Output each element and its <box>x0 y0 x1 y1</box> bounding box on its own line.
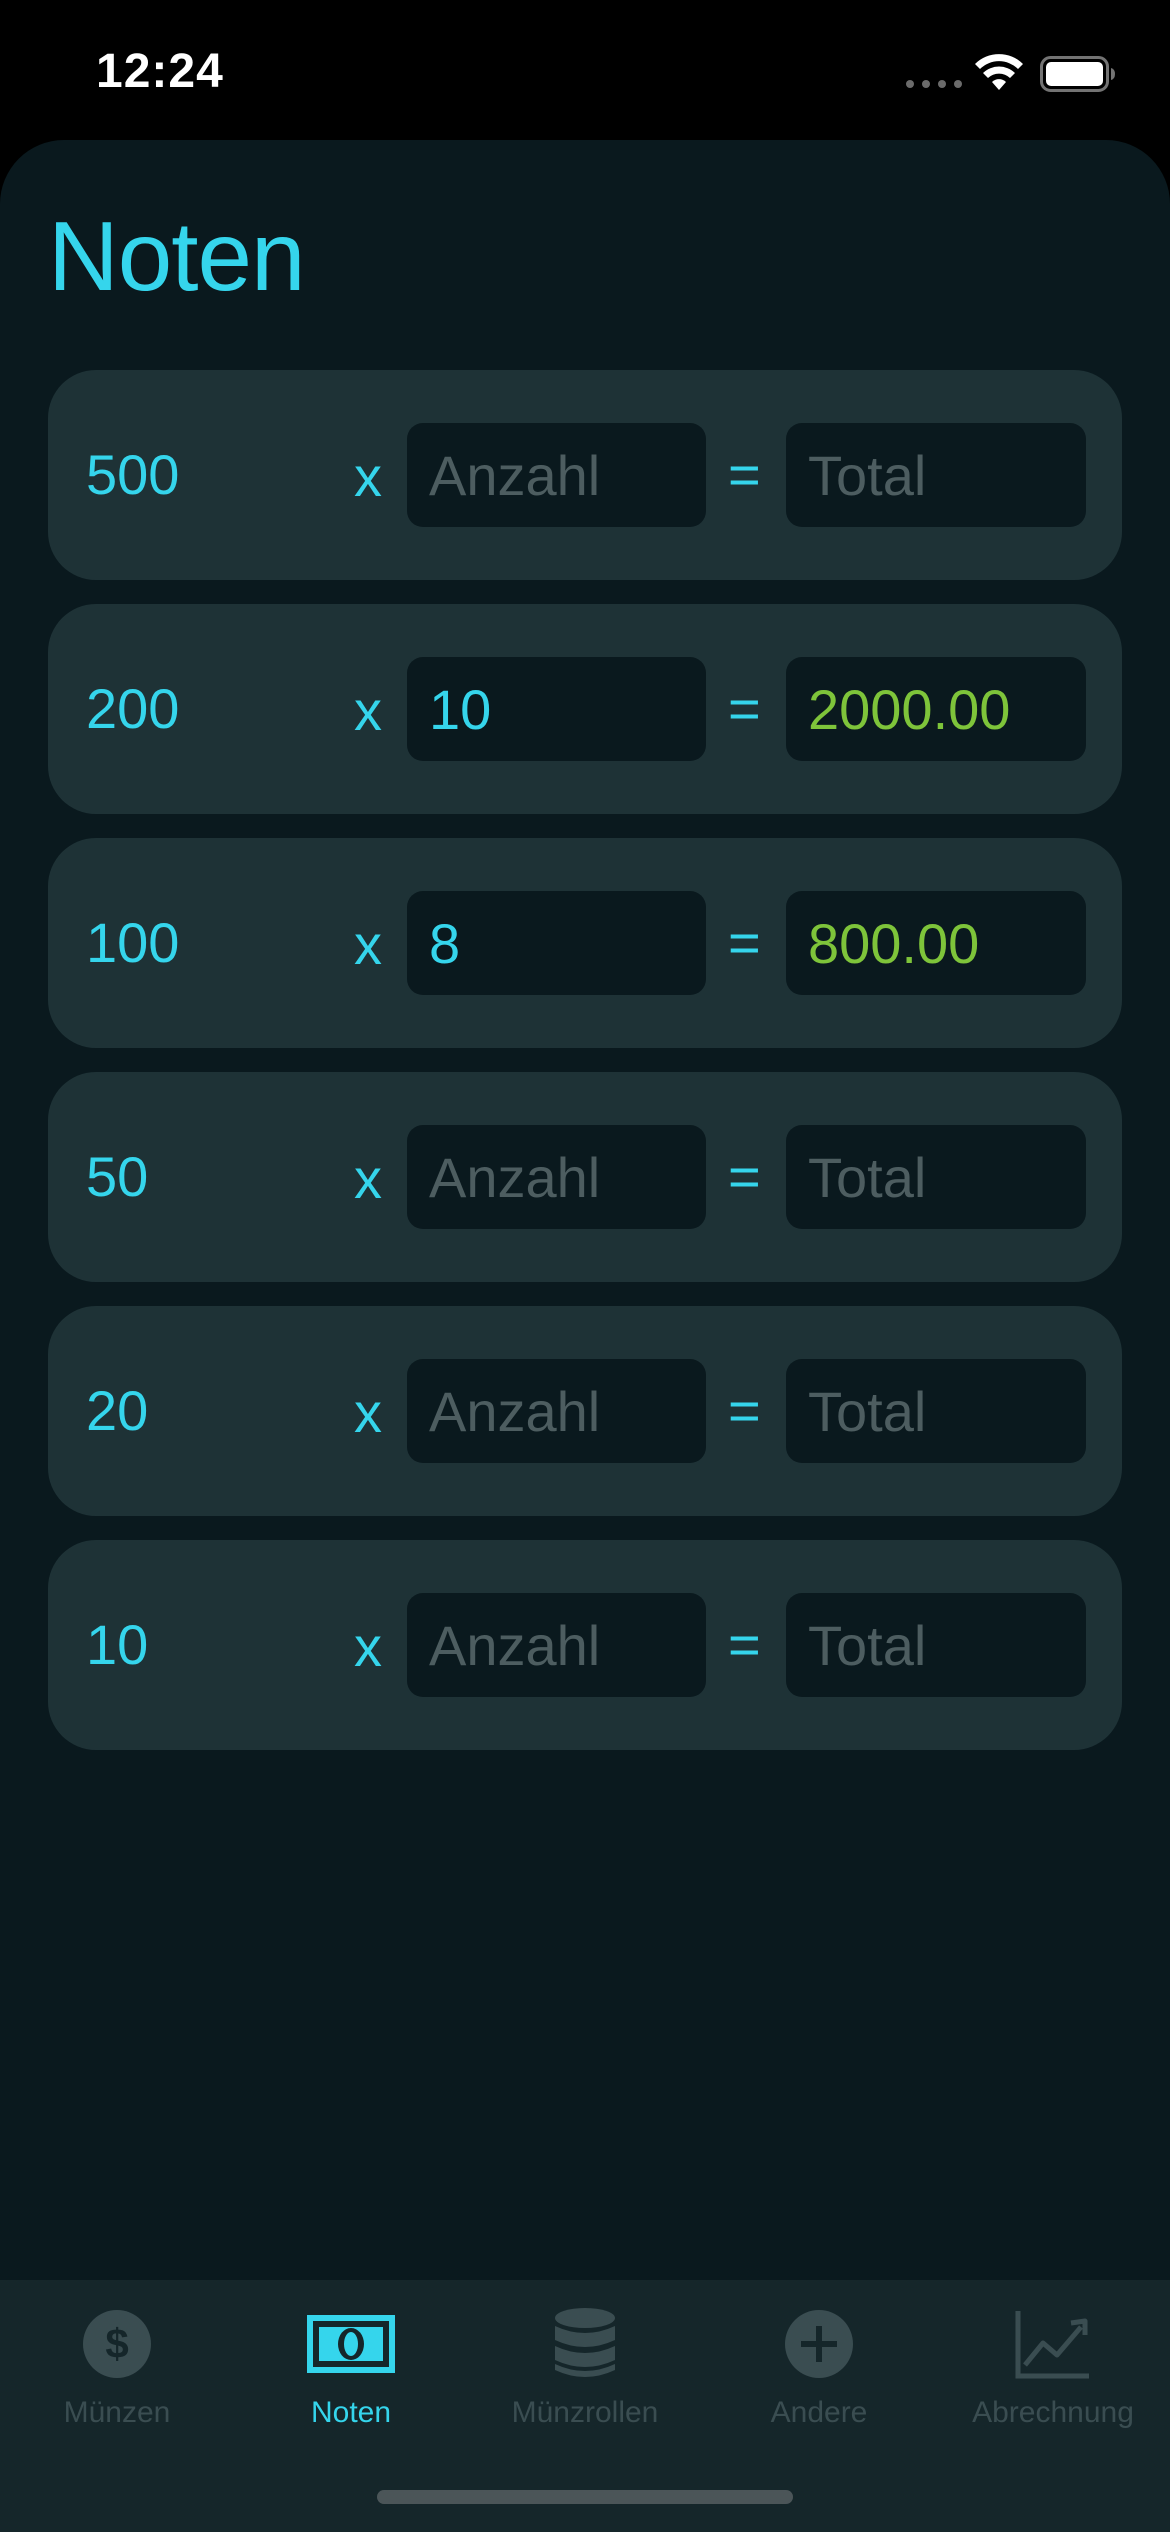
quantity-input[interactable] <box>407 1359 706 1463</box>
tab-label: Münzen <box>63 2396 171 2429</box>
total-field[interactable] <box>786 657 1086 761</box>
denomination-label: 500 <box>86 443 180 506</box>
wifi-icon <box>975 54 1023 90</box>
quantity-input[interactable] <box>407 1593 706 1697</box>
tab-label: Münzrollen <box>511 2396 659 2429</box>
banknote-icon <box>301 2302 401 2386</box>
quantity-input[interactable] <box>407 657 706 761</box>
denomination-label: 10 <box>86 1613 149 1676</box>
multiply-sign: x <box>354 679 382 742</box>
status-time: 12:24 <box>96 45 224 98</box>
battery-icon <box>1040 56 1115 92</box>
denomination-label: 200 <box>86 677 180 740</box>
tab-noten[interactable]: Noten <box>234 2280 468 2460</box>
page-title: Noten <box>48 201 306 311</box>
multiply-sign: x <box>354 1147 382 1210</box>
tab-abrechnung[interactable]: Abrechnung <box>936 2280 1170 2460</box>
equals-sign: = <box>728 443 761 506</box>
multiply-sign: x <box>354 913 382 976</box>
tab-label: Noten <box>310 2396 392 2429</box>
tab-muenzen[interactable]: $ Münzen <box>0 2280 234 2460</box>
multiply-sign: x <box>354 445 382 508</box>
total-field[interactable] <box>786 1359 1086 1463</box>
cellular-signal-icon <box>906 80 962 88</box>
quantity-input[interactable] <box>407 1125 706 1229</box>
status-bar: 12:24 <box>0 0 1170 140</box>
denomination-row: 10 x = <box>48 1540 1122 1750</box>
denomination-row: 50 x = <box>48 1072 1122 1282</box>
equals-sign: = <box>728 677 761 740</box>
plus-circle-icon <box>769 2302 869 2386</box>
tab-muenzrollen[interactable]: Münzrollen <box>468 2280 702 2460</box>
svg-text:$: $ <box>105 2320 128 2367</box>
denomination-label: 50 <box>86 1145 149 1208</box>
total-field[interactable] <box>786 1125 1086 1229</box>
total-field[interactable] <box>786 1593 1086 1697</box>
tab-label: Abrechnung <box>972 2396 1134 2429</box>
tab-andere[interactable]: Andere <box>702 2280 936 2460</box>
tab-label: Andere <box>770 2396 868 2429</box>
denomination-label: 20 <box>86 1379 149 1442</box>
equals-sign: = <box>728 1613 761 1676</box>
multiply-sign: x <box>354 1615 382 1678</box>
quantity-input[interactable] <box>407 423 706 527</box>
denomination-label: 100 <box>86 911 180 974</box>
dollar-coin-icon: $ <box>67 2302 167 2386</box>
denomination-row: 500 x = <box>48 370 1122 580</box>
denomination-row: 20 x = <box>48 1306 1122 1516</box>
home-indicator[interactable] <box>377 2490 793 2504</box>
chart-line-icon <box>1003 2302 1103 2386</box>
denomination-row: 200 x = <box>48 604 1122 814</box>
denomination-row: 100 x = <box>48 838 1122 1048</box>
total-field[interactable] <box>786 891 1086 995</box>
total-field[interactable] <box>786 423 1086 527</box>
equals-sign: = <box>728 1145 761 1208</box>
coin-stack-icon <box>535 2302 635 2386</box>
quantity-input[interactable] <box>407 891 706 995</box>
equals-sign: = <box>728 911 761 974</box>
equals-sign: = <box>728 1379 761 1442</box>
multiply-sign: x <box>354 1381 382 1444</box>
